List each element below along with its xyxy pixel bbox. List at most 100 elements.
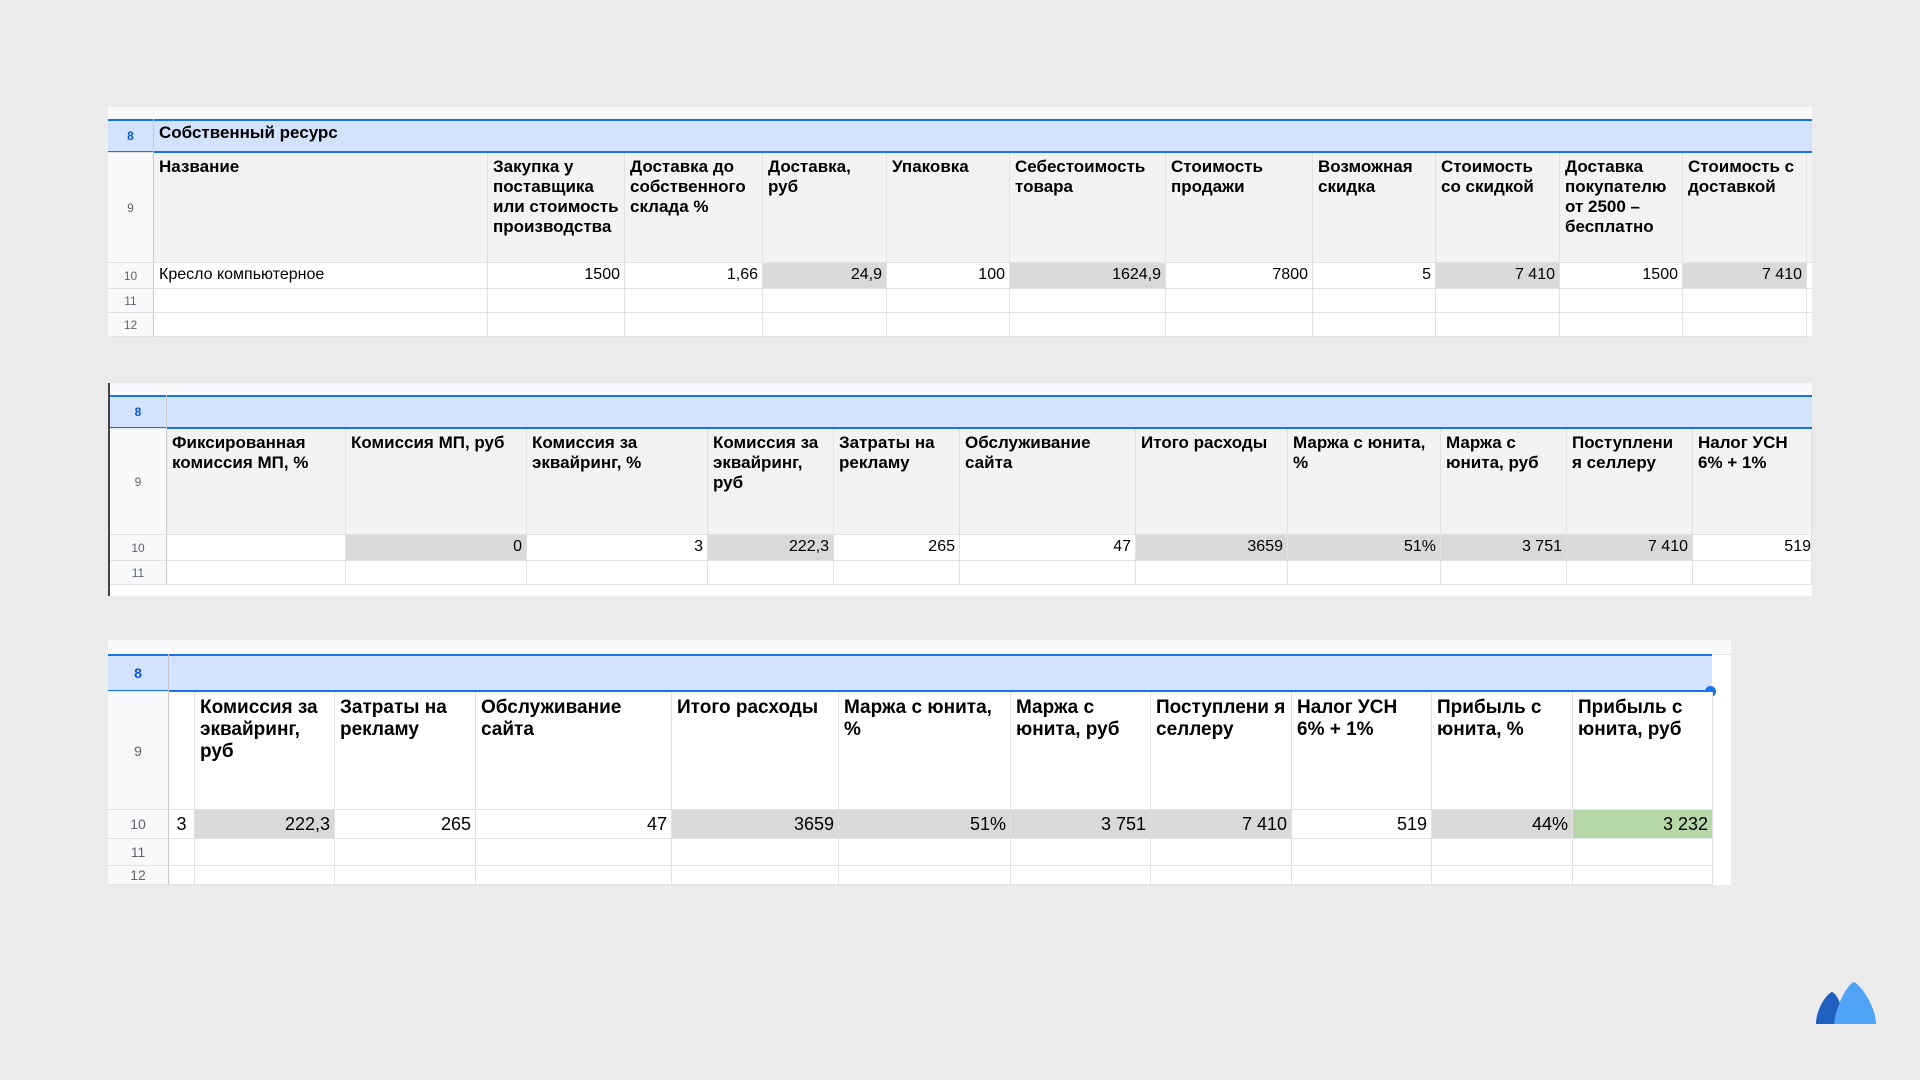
empty-cell[interactable] — [708, 561, 834, 585]
header-cell[interactable]: Доставка, руб — [763, 153, 887, 263]
empty-cell[interactable] — [1432, 839, 1573, 866]
data-cell[interactable]: 222,3 — [708, 535, 834, 561]
data-cell[interactable]: 1,66 — [625, 263, 763, 289]
data-cell[interactable]: 3 232 — [1573, 810, 1713, 839]
empty-cell[interactable] — [672, 866, 839, 885]
header-cell[interactable]: Комиссия за эквайринг, % — [527, 429, 708, 535]
data-cell[interactable]: 1500 — [488, 263, 625, 289]
data-cell[interactable] — [167, 535, 346, 561]
data-cell[interactable]: 7 410 — [1436, 263, 1560, 289]
header-cell[interactable]: Упаковка — [887, 153, 1010, 263]
header-cell[interactable]: Закупка у поставщика или стоимость произ… — [488, 153, 625, 263]
header-cell[interactable]: Обслуживание сайта — [476, 692, 672, 810]
empty-cell[interactable] — [1010, 289, 1166, 313]
data-cell[interactable]: 44% — [1432, 810, 1573, 839]
row-number[interactable]: 9 — [108, 153, 154, 263]
header-cell[interactable]: Доставка покупателю от 2500 – бесплатно — [1560, 153, 1683, 263]
empty-cell[interactable] — [1560, 289, 1683, 313]
header-cell[interactable]: Налог УСН 6% + 1% — [1292, 692, 1432, 810]
row-number[interactable]: 10 — [108, 263, 154, 289]
row-number[interactable]: 10 — [108, 810, 169, 839]
data-cell[interactable]: 24,9 — [763, 263, 887, 289]
empty-cell[interactable] — [488, 289, 625, 313]
data-cell[interactable]: 47 — [476, 810, 672, 839]
empty-cell[interactable] — [476, 839, 672, 866]
header-cell[interactable]: Затраты на рекламу — [335, 692, 476, 810]
row-number[interactable]: 9 — [108, 692, 169, 810]
empty-cell[interactable] — [672, 839, 839, 866]
data-cell[interactable] — [1807, 263, 1812, 289]
header-cell[interactable]: Стоимость продажи — [1166, 153, 1313, 263]
header-cell[interactable]: Итого расходы — [672, 692, 839, 810]
data-cell[interactable]: 0 — [346, 535, 527, 561]
empty-cell[interactable] — [1807, 289, 1812, 313]
empty-cell[interactable] — [1136, 561, 1288, 585]
header-cell[interactable]: Название — [154, 153, 488, 263]
empty-cell[interactable] — [1573, 866, 1713, 885]
empty-cell[interactable] — [1432, 866, 1573, 885]
empty-cell[interactable] — [1313, 313, 1436, 337]
data-cell[interactable]: 3659 — [1136, 535, 1288, 561]
header-cell[interactable]: Стоимость со скидкой — [1436, 153, 1560, 263]
header-cell[interactable]: Маржа с юнита, руб — [1011, 692, 1151, 810]
selected-row-8[interactable] — [110, 395, 1812, 429]
data-cell[interactable]: 51% — [839, 810, 1011, 839]
empty-cell[interactable] — [1292, 866, 1432, 885]
empty-cell[interactable] — [1151, 839, 1292, 866]
header-cell[interactable]: Прибыль с юнита, руб — [1573, 692, 1713, 810]
empty-cell[interactable] — [169, 839, 195, 866]
data-cell[interactable]: 519 — [1292, 810, 1432, 839]
empty-cell[interactable] — [1573, 839, 1713, 866]
empty-cell[interactable] — [488, 313, 625, 337]
data-cell[interactable]: 265 — [335, 810, 476, 839]
empty-cell[interactable] — [1441, 561, 1567, 585]
header-cell[interactable]: Прибыль с юнита, % — [1432, 692, 1573, 810]
data-cell[interactable]: 1624,9 — [1010, 263, 1166, 289]
empty-cell[interactable] — [839, 866, 1011, 885]
data-cell[interactable]: 3 751 — [1011, 810, 1151, 839]
row-number[interactable]: 8 — [110, 395, 167, 429]
empty-cell[interactable] — [195, 866, 335, 885]
empty-cell[interactable] — [1683, 313, 1807, 337]
empty-cell[interactable] — [154, 313, 488, 337]
empty-cell[interactable] — [839, 839, 1011, 866]
empty-cell[interactable] — [1011, 839, 1151, 866]
header-cell[interactable]: Затраты на рекламу — [834, 429, 960, 535]
empty-cell[interactable] — [887, 313, 1010, 337]
data-cell[interactable]: 51% — [1288, 535, 1441, 561]
header-cell[interactable]: С — [1807, 153, 1812, 263]
header-cell[interactable]: Налог УСН 6% + 1% — [1693, 429, 1812, 535]
data-cell[interactable]: 3659 — [672, 810, 839, 839]
empty-cell[interactable] — [1560, 313, 1683, 337]
empty-cell[interactable] — [625, 313, 763, 337]
data-cell[interactable]: 1500 — [1560, 263, 1683, 289]
header-cell[interactable]: Обслуживание сайта — [960, 429, 1136, 535]
row-number[interactable]: 8 — [108, 654, 169, 692]
header-cell[interactable]: Маржа с юнита, % — [839, 692, 1011, 810]
empty-cell[interactable] — [154, 289, 488, 313]
header-cell[interactable]: Итого расходы — [1136, 429, 1288, 535]
empty-cell[interactable] — [1436, 289, 1560, 313]
row-number[interactable]: 9 — [110, 429, 167, 535]
data-cell[interactable]: 222,3 — [195, 810, 335, 839]
row-number[interactable]: 10 — [110, 535, 167, 561]
empty-cell[interactable] — [1010, 313, 1166, 337]
empty-cell[interactable] — [1292, 839, 1432, 866]
header-cell[interactable]: Поступлени я селлеру — [1567, 429, 1693, 535]
row-number[interactable]: 12 — [108, 866, 169, 885]
data-cell[interactable]: 100 — [887, 263, 1010, 289]
empty-cell[interactable] — [169, 866, 195, 885]
row-number[interactable]: 11 — [110, 561, 167, 585]
empty-cell[interactable] — [167, 561, 346, 585]
empty-cell[interactable] — [960, 561, 1136, 585]
empty-cell[interactable] — [476, 866, 672, 885]
empty-cell[interactable] — [169, 692, 195, 810]
data-cell[interactable]: 7 410 — [1567, 535, 1693, 561]
header-cell[interactable]: Стоимость с доставкой — [1683, 153, 1807, 263]
data-cell[interactable]: 47 — [960, 535, 1136, 561]
data-cell[interactable]: 265 — [834, 535, 960, 561]
row-number[interactable]: 11 — [108, 289, 154, 313]
header-cell[interactable]: Поступлени я селлеру — [1151, 692, 1292, 810]
data-cell[interactable]: 7 410 — [1151, 810, 1292, 839]
empty-cell[interactable] — [1288, 561, 1441, 585]
